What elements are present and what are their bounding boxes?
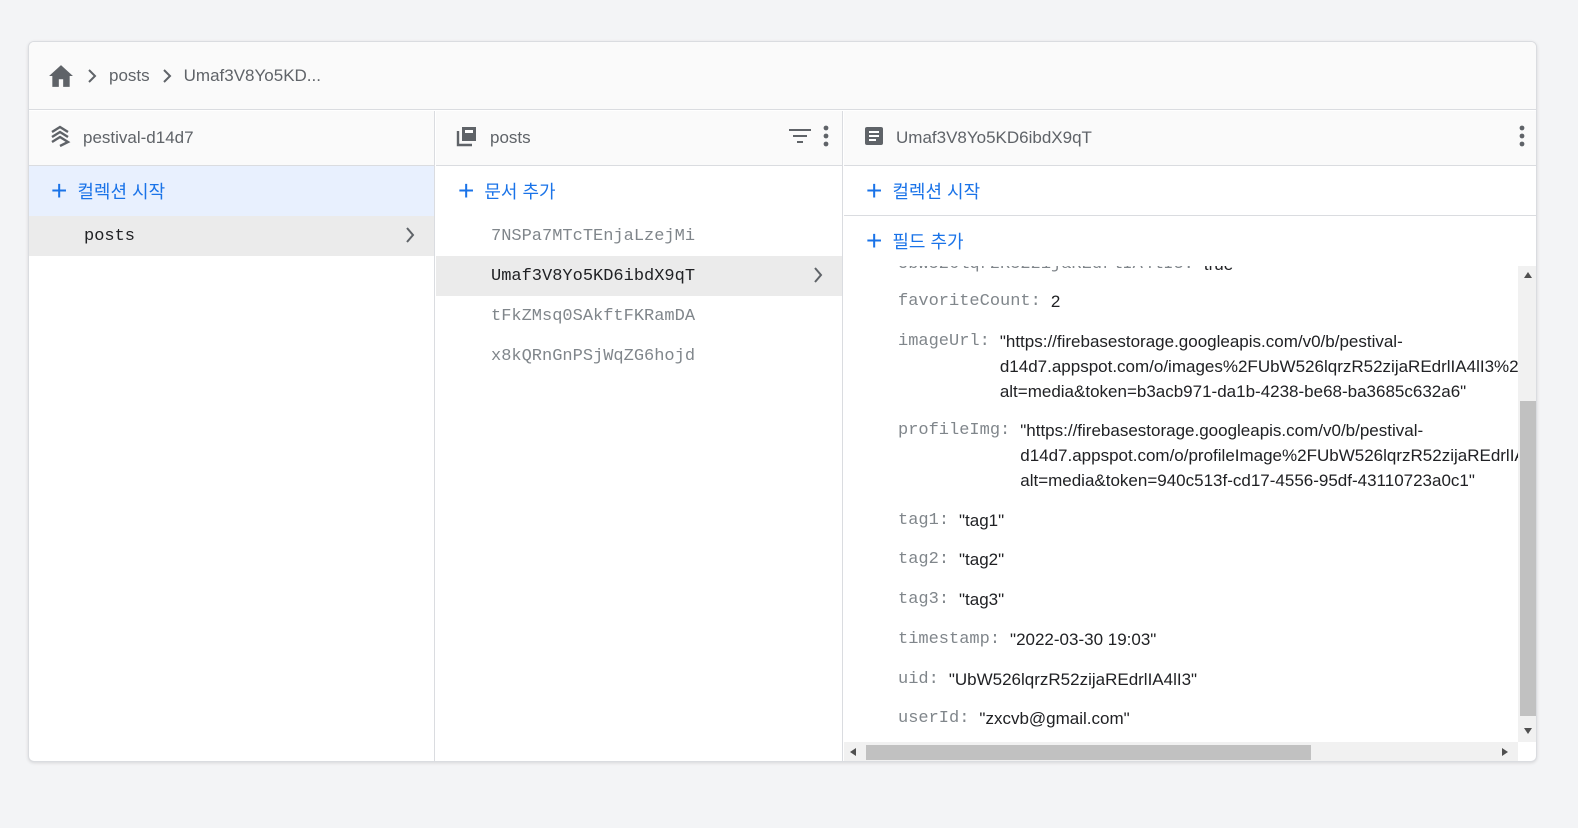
- field-row[interactable]: tag3 "tag3": [898, 587, 1518, 612]
- document-item[interactable]: tFkZMsq0SAkftFKRamDA: [436, 296, 842, 336]
- more-vert-icon[interactable]: [1518, 125, 1526, 152]
- collection-icon: [456, 125, 478, 152]
- field-key: tag2: [898, 547, 949, 572]
- field-row[interactable]: uid "UbW526lqrzR52zijaREdrlIA4lI3": [898, 667, 1518, 692]
- field-value: "UbW526lqrzR52zijaREdrlIA4lI3": [948, 670, 1198, 689]
- field-row[interactable]: profileImg "https://firebasestorage.goog…: [898, 418, 1518, 493]
- breadcrumb-item-posts[interactable]: posts: [109, 66, 150, 86]
- vertical-scroll-thumb[interactable]: [1520, 401, 1536, 716]
- field-value: 2: [1050, 292, 1061, 311]
- firestore-data-viewer: posts Umaf3V8Yo5KD... pestival-d14d7 + 컬…: [28, 41, 1537, 762]
- root-panel: pestival-d14d7 + 컬렉션 시작 posts: [29, 111, 435, 761]
- document-id: x8kQRnGnPSjWqZG6hojd: [491, 346, 696, 366]
- document-panel-header: Umaf3V8Yo5KD6ibdX9qT: [844, 111, 1536, 166]
- field-key: profileImg: [898, 418, 1010, 493]
- field-list[interactable]: UbW526lqrzR52zijaREdrlIA4lI3 true favori…: [844, 266, 1518, 742]
- plus-icon: +: [866, 225, 883, 256]
- add-document-button[interactable]: + 문서 추가: [436, 166, 842, 216]
- field-key: imageUrl: [898, 329, 990, 404]
- field-key: UbW526lqrzR52zijaREdrlIA4lI3: [898, 266, 1194, 277]
- field-row[interactable]: imageUrl "https://firebasestorage.google…: [898, 329, 1518, 404]
- add-field-label: 필드 추가: [892, 232, 964, 252]
- field-value: "tag3": [959, 590, 1005, 609]
- field-value: true: [1204, 266, 1518, 277]
- add-field-button[interactable]: + 필드 추가: [844, 216, 1536, 266]
- field-row[interactable]: UbW526lqrzR52zijaREdrlIA4lI3 true: [898, 266, 1518, 277]
- home-icon[interactable]: [47, 62, 75, 90]
- database-icon: [49, 125, 71, 152]
- field-row[interactable]: tag2 "tag2": [898, 547, 1518, 572]
- start-subcollection-label: 컬렉션 시작: [892, 181, 981, 202]
- field-row[interactable]: favoriteCount 2: [898, 289, 1518, 314]
- field-value: "https://firebasestorage.googleapis.com/…: [1020, 421, 1518, 490]
- scroll-up-icon[interactable]: [1524, 272, 1532, 278]
- field-key: favoriteCount: [898, 289, 1041, 314]
- scroll-right-icon[interactable]: [1502, 748, 1508, 756]
- chevron-right-icon: [75, 68, 109, 83]
- field-value: "tag2": [959, 550, 1005, 569]
- start-collection-button[interactable]: + 컬렉션 시작: [29, 166, 434, 216]
- document-item-selected[interactable]: Umaf3V8Yo5KD6ibdX9qT: [436, 256, 842, 296]
- breadcrumb: posts Umaf3V8Yo5KD...: [29, 42, 1536, 110]
- field-value: "tag1": [959, 511, 1005, 530]
- field-key: userId: [898, 706, 969, 731]
- collection-panel-header: posts: [436, 111, 842, 166]
- start-collection-label: 컬렉션 시작: [77, 182, 166, 202]
- field-key: tag1: [898, 508, 949, 533]
- chevron-right-icon: [150, 68, 184, 83]
- chevron-right-icon: [812, 266, 824, 290]
- document-id: tFkZMsq0SAkftFKRamDA: [491, 306, 696, 326]
- start-subcollection-button[interactable]: + 컬렉션 시작: [844, 166, 1536, 216]
- breadcrumb-item-document[interactable]: Umaf3V8Yo5KD...: [184, 66, 321, 86]
- root-panel-header: pestival-d14d7: [29, 111, 434, 166]
- collection-title: posts: [490, 128, 531, 147]
- field-key: tag3: [898, 587, 949, 612]
- document-title: Umaf3V8Yo5KD6ibdX9qT: [896, 128, 1092, 147]
- collection-item-label: posts: [84, 226, 136, 246]
- field-key: uid: [898, 667, 939, 692]
- filter-icon[interactable]: [788, 126, 812, 151]
- vertical-scrollbar[interactable]: [1518, 266, 1536, 742]
- collection-item-posts[interactable]: posts: [29, 216, 434, 256]
- field-row[interactable]: timestamp "2022-03-30 19:03": [898, 627, 1518, 652]
- horizontal-scrollbar[interactable]: [844, 742, 1518, 761]
- plus-icon: +: [51, 175, 68, 206]
- collection-panel: posts + 문서 추가 7NSPa7MTcTEnjaLzejMi Umaf3…: [436, 111, 843, 761]
- document-item[interactable]: 7NSPa7MTcTEnjaLzejMi: [436, 216, 842, 256]
- field-key: timestamp: [898, 627, 1000, 652]
- field-row[interactable]: tag1 "tag1": [898, 508, 1518, 533]
- project-title: pestival-d14d7: [83, 128, 194, 147]
- field-value: "https://firebasestorage.googleapis.com/…: [999, 332, 1518, 401]
- plus-icon: +: [866, 174, 883, 206]
- field-value: "zxcvb@gmail.com": [979, 709, 1130, 728]
- plus-icon: +: [458, 175, 475, 206]
- field-value: "2022-03-30 19:03": [1010, 630, 1157, 649]
- chevron-right-icon: [404, 226, 416, 250]
- scroll-down-icon[interactable]: [1524, 728, 1532, 734]
- document-icon: [864, 126, 884, 151]
- more-vert-icon[interactable]: [822, 125, 830, 152]
- scroll-left-icon[interactable]: [850, 748, 856, 756]
- horizontal-scroll-thumb[interactable]: [866, 745, 1311, 760]
- document-id: 7NSPa7MTcTEnjaLzejMi: [491, 226, 696, 246]
- add-document-label: 문서 추가: [484, 182, 556, 202]
- field-row[interactable]: userId "zxcvb@gmail.com": [898, 706, 1518, 731]
- document-panel: Umaf3V8Yo5KD6ibdX9qT + 컬렉션 시작 + 필드 추가 Ub…: [844, 111, 1536, 761]
- document-item[interactable]: x8kQRnGnPSjWqZG6hojd: [436, 336, 842, 376]
- document-id: Umaf3V8Yo5KD6ibdX9qT: [491, 266, 696, 286]
